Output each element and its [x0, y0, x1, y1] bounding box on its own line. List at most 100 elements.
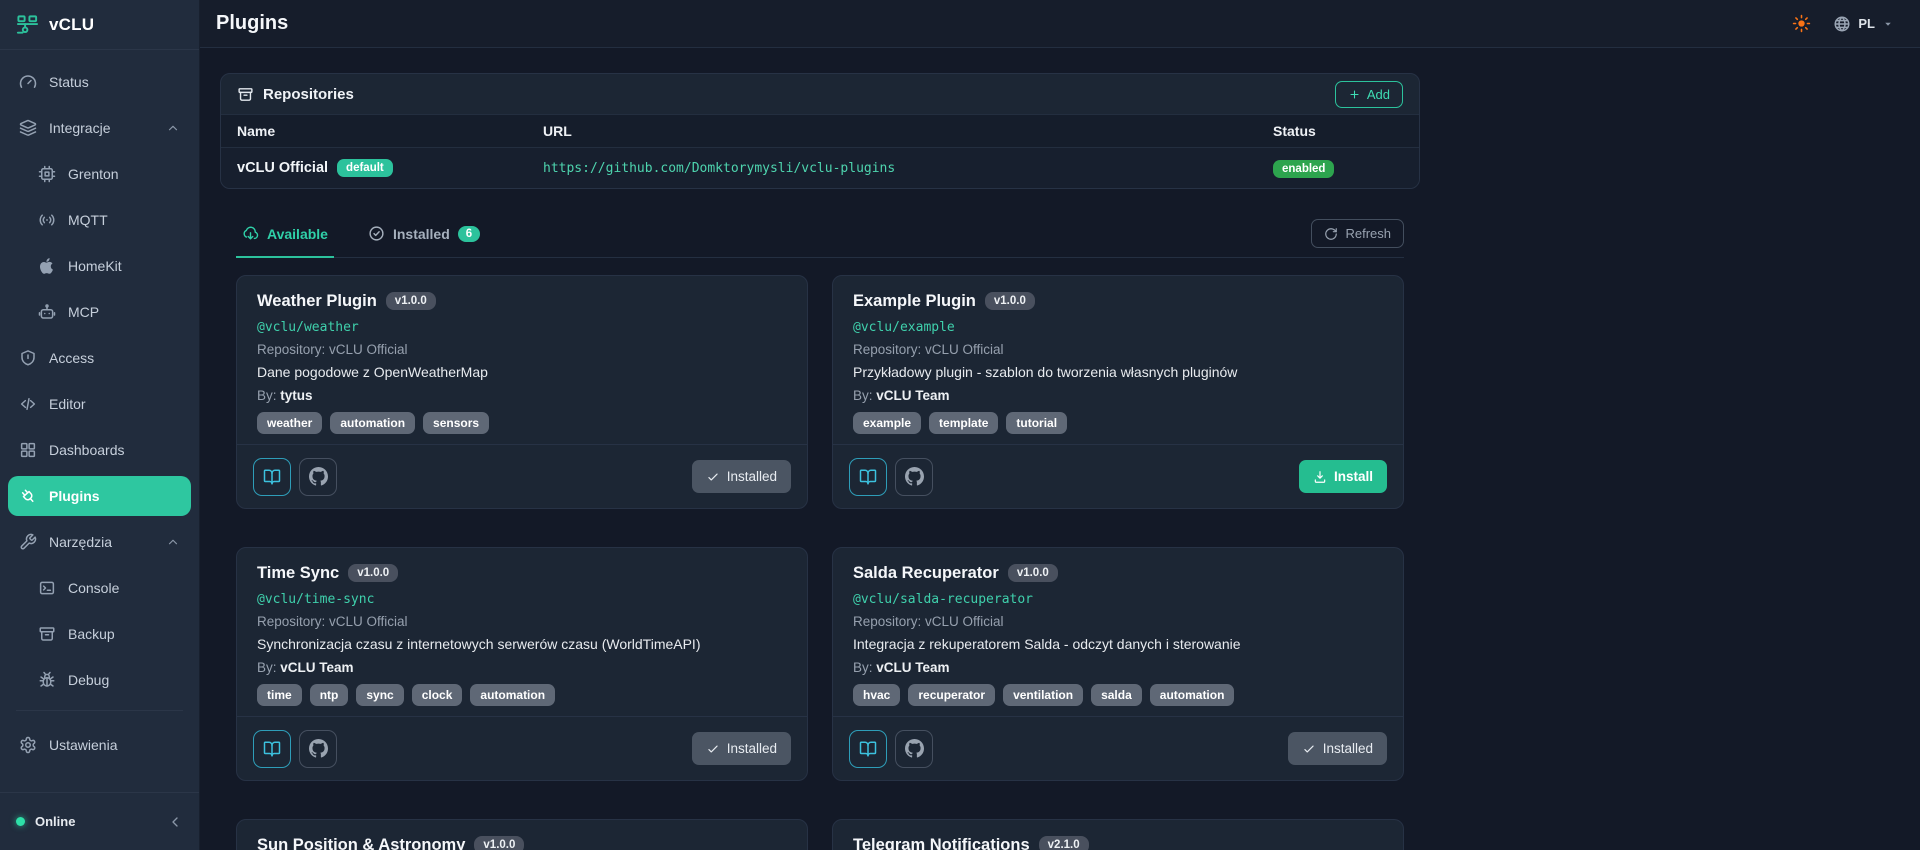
default-badge: default: [337, 159, 393, 177]
sidebar-item-narz-dzia[interactable]: Narzędzia: [8, 522, 191, 562]
plugin-card-weather-plugin: Weather Plugin v1.0.0 @vclu/weather Repo…: [236, 275, 808, 509]
language-code: PL: [1858, 16, 1875, 31]
plus-icon: [1348, 88, 1361, 101]
grid-icon: [19, 441, 37, 459]
theme-toggle-sun-icon[interactable]: [1792, 14, 1811, 33]
shield-icon: [19, 349, 37, 367]
github-icon: [904, 467, 924, 486]
plugin-cards-grid: Weather Plugin v1.0.0 @vclu/weather Repo…: [236, 275, 1404, 850]
refresh-icon: [1324, 227, 1338, 241]
enabled-badge: enabled: [1273, 160, 1335, 178]
sidebar-item-dashboards[interactable]: Dashboards: [8, 430, 191, 470]
online-status-label: Online: [35, 814, 76, 829]
check-circle-icon: [368, 225, 385, 242]
sidebar-item-label: Dashboards: [49, 442, 125, 458]
terminal-icon: [38, 579, 56, 597]
tag-hvac: hvac: [853, 684, 901, 706]
plugin-version-badge: v1.0.0: [1007, 564, 1058, 582]
tag-automation: automation: [330, 412, 416, 434]
plugin-title: Example Plugin: [853, 291, 976, 310]
plugin-title: Sun Position & Astronomy: [257, 835, 466, 850]
docs-button[interactable]: [849, 457, 887, 496]
tag-tutorial: tutorial: [1006, 412, 1068, 434]
plugin-tags: hvac recuperator ventilation salda automatio…: [853, 684, 1383, 706]
docs-button[interactable]: [849, 729, 887, 768]
tabs-bar: Available Installed 6 Refresh: [236, 210, 1404, 258]
sidebar-item-ustawienia[interactable]: Ustawienia: [8, 725, 191, 765]
installed-button[interactable]: Installed: [691, 460, 791, 493]
archive-box-icon: [237, 86, 254, 103]
sidebar-item-mcp[interactable]: MCP: [8, 292, 191, 332]
github-button[interactable]: [299, 729, 337, 768]
sidebar-item-access[interactable]: Access: [8, 338, 191, 378]
docs-button[interactable]: [253, 457, 291, 496]
check-icon: [706, 742, 720, 756]
tag-ntp: ntp: [309, 684, 349, 706]
sidebar-item-label: HomeKit: [68, 258, 122, 274]
sidebar-item-plugins[interactable]: Plugins: [8, 476, 191, 516]
plug-icon: [19, 487, 37, 505]
sidebar-item-backup[interactable]: Backup: [8, 614, 191, 654]
plugin-repository-line: Repository: vCLU Official: [853, 342, 1004, 357]
plugin-repository-line: Repository: vCLU Official: [257, 342, 408, 357]
sidebar-item-status[interactable]: Status: [8, 62, 191, 102]
repository-name: vCLU Official: [237, 160, 329, 176]
sidebar-item-label: MQTT: [68, 212, 108, 228]
plugin-description: Synchronizacja czasu z internetowych ser…: [257, 636, 701, 652]
github-button[interactable]: [895, 729, 933, 768]
language-selector[interactable]: PL: [1833, 15, 1894, 33]
sidebar-footer: Online: [0, 792, 199, 850]
add-repository-button[interactable]: Add: [1334, 80, 1403, 108]
tag-weather: weather: [257, 412, 323, 434]
refresh-button[interactable]: Refresh: [1311, 219, 1404, 248]
sidebar-item-mqtt[interactable]: MQTT: [8, 200, 191, 240]
bot-icon: [38, 303, 56, 321]
sidebar-item-grenton[interactable]: Grenton: [8, 154, 191, 194]
plugin-author-line: By: tytus: [257, 388, 313, 403]
book-icon: [263, 740, 281, 758]
main-area: Plugins PL Repositories Add Name URL Sta…: [200, 0, 1920, 850]
docs-button[interactable]: [253, 729, 291, 768]
repositories-title: Repositories: [237, 86, 354, 103]
tag-automation: automation: [470, 684, 556, 706]
github-button[interactable]: [895, 457, 933, 496]
sidebar-item-editor[interactable]: Editor: [8, 384, 191, 424]
plugin-description: Przykładowy plugin - szablon do tworzeni…: [853, 364, 1238, 380]
repository-url[interactable]: https://github.com/Domktorymysli/vclu-pl…: [543, 161, 895, 176]
collapse-sidebar-button[interactable]: [167, 814, 183, 830]
github-button[interactable]: [299, 457, 337, 496]
plugin-card-time-sync: Time Sync v1.0.0 @vclu/time-sync Reposit…: [236, 547, 808, 781]
installed-button[interactable]: Installed: [691, 732, 791, 765]
plugin-package-name: @vclu/salda-recuperator: [853, 592, 1034, 607]
sidebar: vCLU Status Integracje Grenton MQTT HomeKit M…: [0, 0, 200, 850]
plugin-author-line: By: vCLU Team: [257, 660, 354, 675]
plugin-title: Telegram Notifications: [853, 835, 1030, 850]
tab-available[interactable]: Available: [236, 210, 334, 258]
sidebar-item-label: Access: [49, 350, 95, 366]
archive-icon: [38, 625, 56, 643]
plugin-author-line: By: vCLU Team: [853, 660, 950, 675]
sidebar-nav: Status Integracje Grenton MQTT HomeKit MCP Acc…: [0, 50, 199, 792]
sidebar-item-label: Plugins: [49, 488, 100, 504]
plugin-repository-line: Repository: vCLU Official: [257, 614, 408, 629]
repository-row[interactable]: vCLU Official default https://github.com…: [221, 148, 1419, 188]
layers-icon: [19, 119, 37, 137]
github-icon: [308, 739, 328, 758]
sidebar-item-console[interactable]: Console: [8, 568, 191, 608]
sidebar-item-debug[interactable]: Debug: [8, 660, 191, 700]
gauge-icon: [19, 73, 37, 91]
plugin-title: Time Sync: [257, 563, 340, 582]
repositories-card: Repositories Add Name URL Status vCLU Of…: [220, 73, 1420, 189]
sidebar-item-homekit[interactable]: HomeKit: [8, 246, 191, 286]
installed-button[interactable]: Installed: [1287, 732, 1387, 765]
tag-sensors: sensors: [423, 412, 490, 434]
plugin-package-name: @vclu/weather: [257, 320, 359, 335]
column-name: Name: [237, 123, 276, 139]
sidebar-item-label: Backup: [68, 626, 115, 642]
plugin-author-line: By: vCLU Team: [853, 388, 950, 403]
plugin-version-badge: v2.1.0: [1038, 836, 1089, 850]
repositories-table-header: Name URL Status: [221, 114, 1419, 148]
install-button[interactable]: Install: [1298, 460, 1387, 493]
tab-installed[interactable]: Installed 6: [362, 210, 486, 257]
sidebar-item-integracje[interactable]: Integracje: [8, 108, 191, 148]
